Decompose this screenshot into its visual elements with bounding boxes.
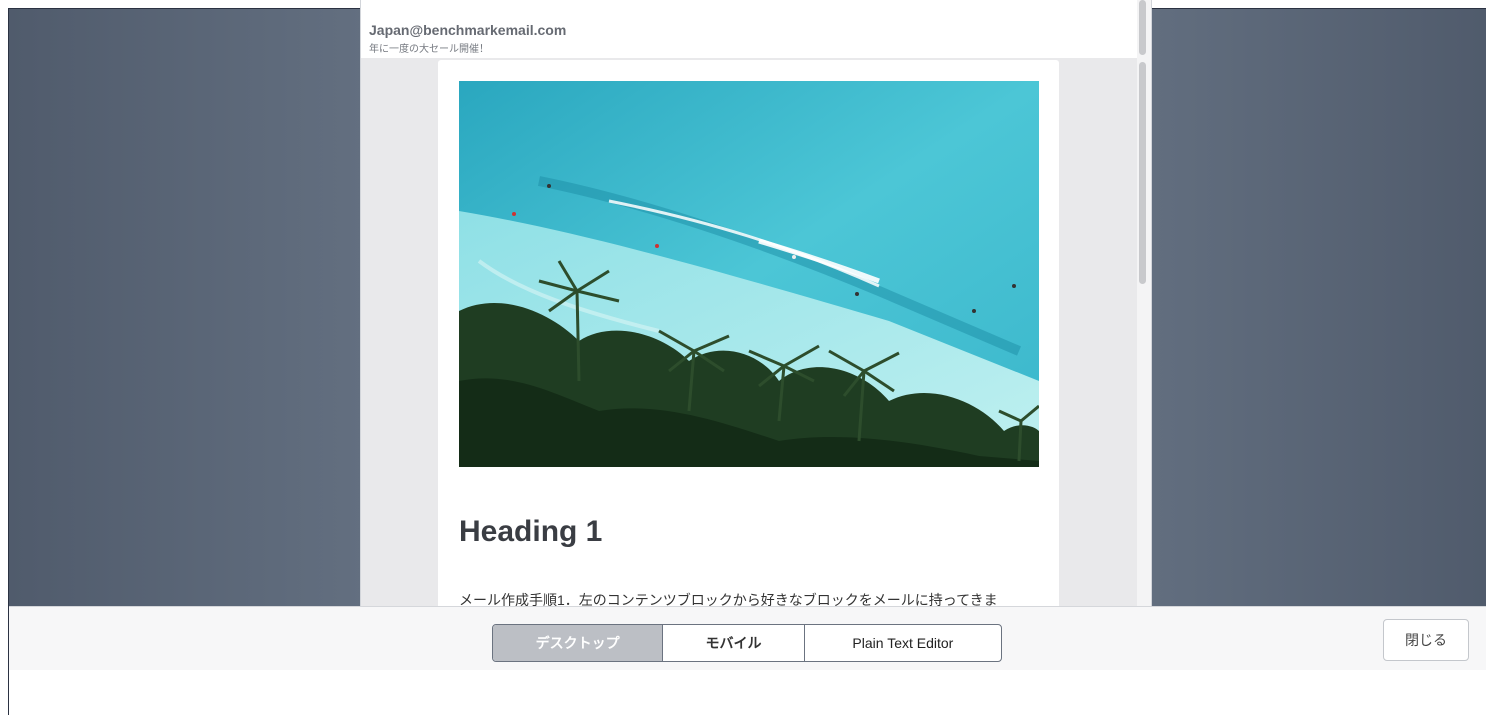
email-preview-pane: Japan@benchmarkemail.com 年に一度の大セール開催！ He… (360, 0, 1152, 606)
sender-email: Japan@benchmarkemail.com (369, 22, 567, 38)
close-button[interactable]: 閉じる (1383, 619, 1469, 661)
email-content-card: Heading 1 メール作成手順1．左のコンテンツブロックから好きなブロックを… (438, 60, 1059, 606)
plain-text-editor-tab[interactable]: Plain Text Editor (803, 625, 1001, 661)
desktop-view-tab[interactable]: デスクトップ (493, 625, 663, 661)
header-scrollbar-thumb[interactable] (1139, 0, 1146, 55)
preview-scrollbar-thumb[interactable] (1139, 62, 1146, 284)
email-subject: 年に一度の大セール開催！ (369, 44, 489, 55)
email-header: Japan@benchmarkemail.com 年に一度の大セール開催！ (361, 0, 1151, 58)
hero-image (459, 81, 1039, 467)
view-mode-toggle: デスクトップ モバイル Plain Text Editor (492, 624, 1002, 662)
email-body-canvas: Heading 1 メール作成手順1．左のコンテンツブロックから好きなブロックを… (361, 58, 1137, 606)
email-body-text: メール作成手順1．左のコンテンツブロックから好きなブロックをメールに持ってきま (459, 592, 998, 606)
mobile-view-tab[interactable]: モバイル (662, 625, 803, 661)
email-heading: Heading 1 (459, 515, 603, 548)
preview-footer-bar: デスクトップ モバイル Plain Text Editor 閉じる (9, 606, 1486, 670)
